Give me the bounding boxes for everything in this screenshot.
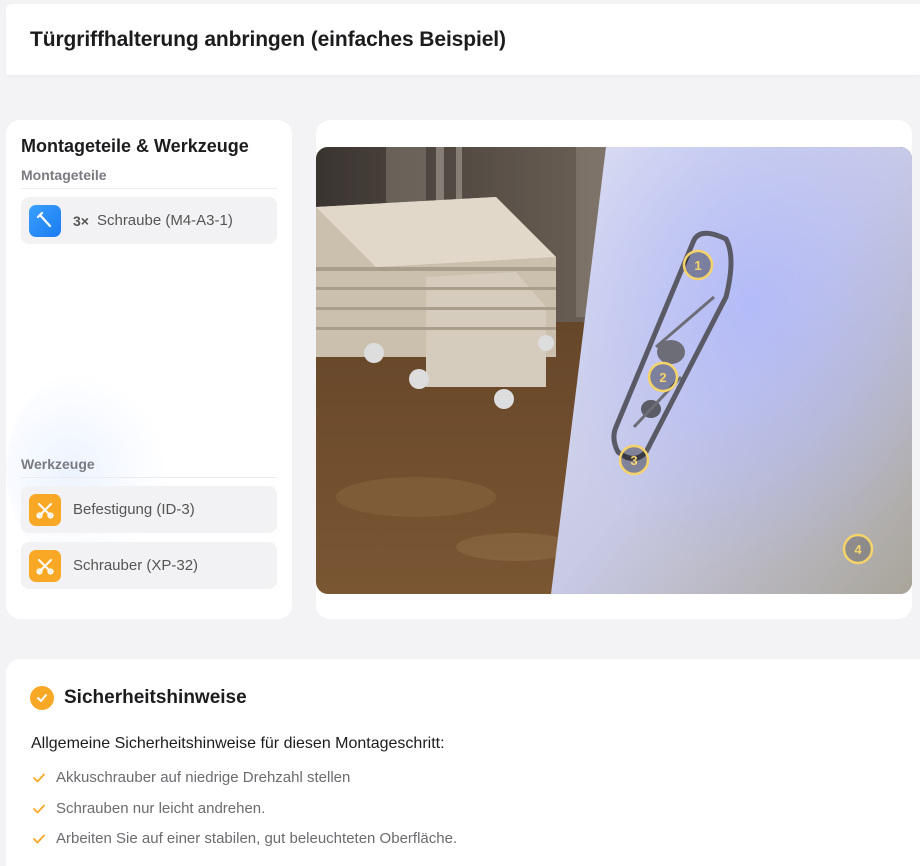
safety-tip-text: Arbeiten Sie auf einer stabilen, gut bel… [56,830,458,847]
svg-text:2: 2 [659,370,666,385]
part-quantity: 3× [73,212,89,229]
safety-header: Sicherheitshinweise [30,686,247,710]
safety-tip: Akkuschrauber auf niedrige Drehzahl stel… [32,769,350,786]
part-item-screw[interactable]: 3× Schraube (M4-A3-1) [21,197,277,244]
safety-tip: Arbeiten Sie auf einer stabilen, gut bel… [32,830,457,847]
safety-intro: Allgemeine Sicherheitshinweise für diese… [31,735,445,752]
svg-text:3: 3 [630,453,637,468]
tools-section-label: Werkzeuge [21,456,277,478]
safety-title: Sicherheitshinweise [64,687,247,708]
marker-1[interactable]: 1 [682,249,714,281]
parts-panel-title: Montageteile & Werkzeuge [21,136,249,156]
screw-icon [29,204,61,237]
tool-item-schrauber[interactable]: Schrauber (XP-32) [21,542,277,589]
check-icon [33,834,45,843]
page-title: Türgriffhalterung anbringen (einfaches B… [30,28,506,51]
parts-section-label: Montageteile [21,167,277,189]
safety-panel: Sicherheitshinweise Allgemeine Sicherhei… [6,659,920,866]
marker-4[interactable]: 4 [842,533,874,565]
svg-text:4: 4 [854,542,862,557]
tools-icon [29,493,61,526]
tool-name: Schrauber (XP-32) [73,557,199,574]
tools-icon [29,549,61,582]
svg-text:1: 1 [694,258,701,273]
tool-item-befestigung[interactable]: Befestigung (ID-3) [21,486,277,533]
safety-tip: Schrauben nur leicht andrehen. [32,800,265,817]
assembly-photo-card: 1 2 3 4 [316,120,912,619]
page-header: Türgriffhalterung anbringen (einfaches B… [6,4,920,75]
safety-tip-text: Akkuschrauber auf niedrige Drehzahl stel… [56,769,351,786]
safety-tip-text: Schrauben nur leicht andrehen. [56,800,266,817]
check-icon [33,773,45,782]
marker-2[interactable]: 2 [647,361,679,393]
tool-name: Befestigung (ID-3) [73,501,195,518]
check-circle-icon [30,686,54,710]
assembly-photo: 1 2 3 4 [316,147,912,594]
parts-tools-panel: Montageteile & Werkzeuge Montageteile 3×… [6,120,292,619]
check-icon [33,804,45,813]
marker-3[interactable]: 3 [618,444,650,476]
part-name: Schraube (M4-A3-1) [96,212,233,229]
